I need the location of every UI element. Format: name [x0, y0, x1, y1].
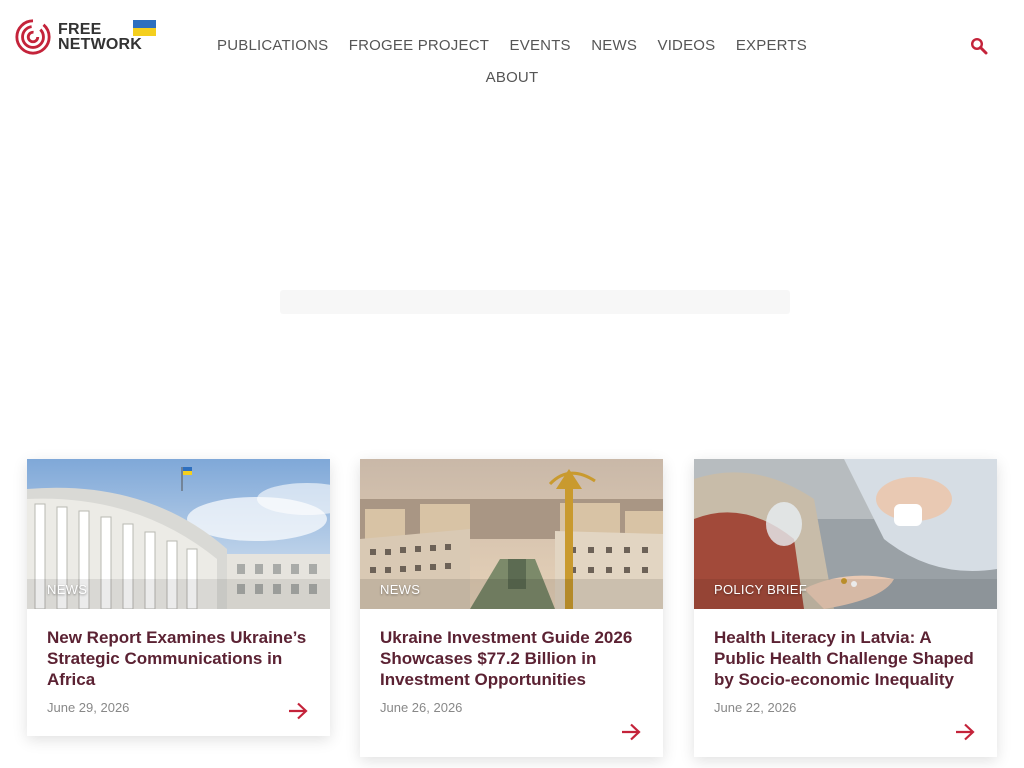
- card-title[interactable]: Health Literacy in Latvia: A Public Heal…: [714, 627, 977, 690]
- hero-background: [0, 110, 1024, 440]
- nav-videos[interactable]: VIDEOS: [657, 36, 715, 56]
- search-icon[interactable]: [970, 37, 988, 55]
- card-category: NEWS: [380, 582, 421, 597]
- card-date: June 26, 2026: [380, 700, 463, 715]
- logo-mark-icon: [15, 19, 51, 55]
- card-date: June 29, 2026: [47, 700, 130, 715]
- arrow-right-icon[interactable]: [288, 702, 308, 720]
- hero-banner: [0, 110, 1024, 440]
- nav-events[interactable]: EVENTS: [510, 36, 571, 56]
- logo-line-1: FREE: [58, 21, 102, 38]
- card-title[interactable]: Ukraine Investment Guide 2026 Showcases …: [380, 627, 643, 690]
- nav-about[interactable]: ABOUT: [486, 68, 539, 88]
- card-category: NEWS: [47, 582, 88, 597]
- nav-frogee-project[interactable]: FROGEE PROJECT: [349, 36, 489, 56]
- card-image[interactable]: POLICY BRIEF: [694, 459, 997, 609]
- arrow-right-icon[interactable]: [955, 723, 975, 741]
- card-date: June 22, 2026: [714, 700, 797, 715]
- logo-text: FREE NETWORK: [58, 21, 143, 53]
- nav-experts[interactable]: EXPERTS: [736, 36, 807, 56]
- article-card-1[interactable]: NEWS New Report Examines Ukraine’s Strat…: [27, 459, 330, 736]
- article-card-2[interactable]: NEWS Ukraine Investment Guide 2026 Showc…: [360, 459, 663, 757]
- main-nav: PUBLICATIONS FROGEE PROJECT EVENTS NEWS …: [200, 36, 824, 88]
- card-image[interactable]: NEWS: [27, 459, 330, 609]
- card-image[interactable]: NEWS: [360, 459, 663, 609]
- article-card-3[interactable]: POLICY BRIEF Health Literacy in Latvia: …: [694, 459, 997, 757]
- nav-publications[interactable]: PUBLICATIONS: [217, 36, 328, 56]
- ukraine-flag-icon: [133, 20, 156, 36]
- arrow-right-icon[interactable]: [621, 723, 641, 741]
- site-logo[interactable]: FREE NETWORK: [14, 18, 156, 56]
- logo-line-2: NETWORK: [58, 36, 143, 53]
- card-title[interactable]: New Report Examines Ukraine’s Strategic …: [47, 627, 310, 690]
- nav-news[interactable]: NEWS: [591, 36, 637, 56]
- card-category: POLICY BRIEF: [714, 582, 807, 597]
